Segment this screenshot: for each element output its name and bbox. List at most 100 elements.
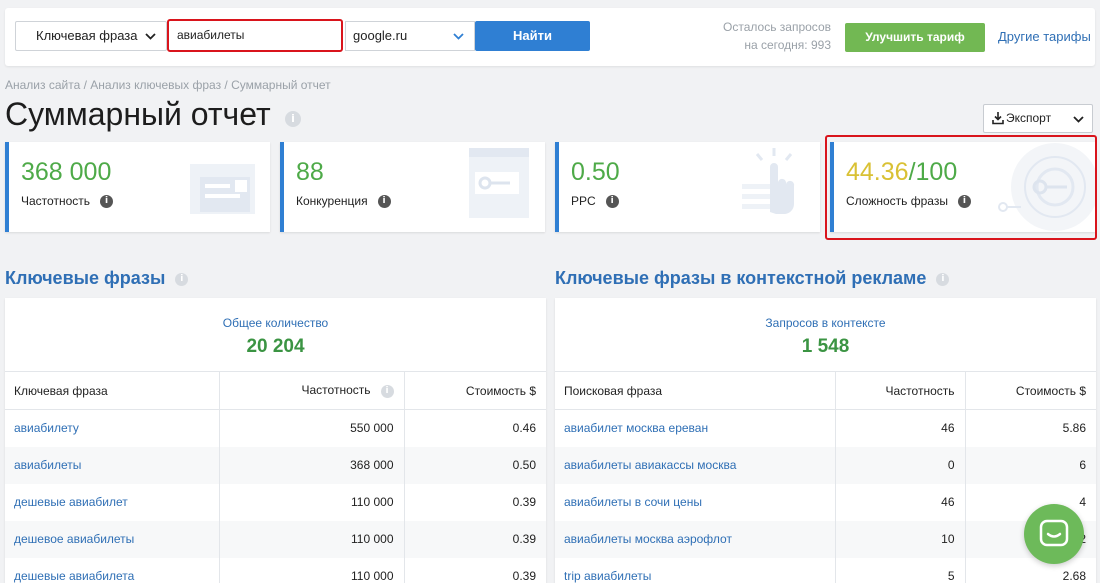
cost-cell: 0.39 [403, 520, 546, 558]
column-header-frequency[interactable]: Частотность i [218, 371, 404, 410]
column-header-cost[interactable]: Стоимость $ [964, 371, 1096, 410]
info-icon[interactable]: i [100, 195, 113, 209]
table-row: авиабилеты авиакассы москва 0 6 [555, 446, 1096, 484]
info-icon[interactable]: i [605, 195, 619, 209]
info-icon[interactable]: i [380, 384, 394, 398]
search-type-select[interactable]: Ключевая фраза [15, 21, 167, 51]
table-row: авиабилет москва ереван 46 5.86 [555, 409, 1096, 447]
chat-button[interactable] [1024, 504, 1084, 564]
chat-icon [1039, 519, 1069, 547]
context-section-title: Ключевые фразы в контекстной рекламе i [555, 268, 950, 289]
column-header-frequency[interactable]: Частотность [834, 371, 965, 410]
keywords-total-label: Общее количество [222, 316, 329, 330]
chevron-down-icon [1073, 116, 1084, 123]
requests-quota: Осталось запросов на сегодня: 993 [705, 18, 831, 54]
browser-key-illustration-icon [469, 148, 529, 218]
keywords-title-text: Ключевые фразы [5, 268, 166, 288]
ppc-label: PPC i [571, 194, 619, 209]
frequency-cell: 46 [834, 409, 965, 447]
search-type-label: Ключевая фраза [36, 28, 138, 43]
table-header-row: Поисковая фраза Частотность Стоимость $ [555, 371, 1096, 410]
phrase-link[interactable]: авиабилеты москва аэрофлот [555, 520, 835, 558]
chevron-down-icon [453, 33, 464, 40]
chevron-down-icon [145, 33, 156, 40]
column-header-keyword[interactable]: Ключевая фраза [5, 371, 219, 410]
phrase-link[interactable]: авиабилет москва ереван [555, 410, 835, 447]
find-button[interactable]: Найти [475, 21, 590, 51]
frequency-cell: 110 000 [218, 557, 404, 583]
table-row: авиабилету 550 000 0.46 [5, 409, 546, 447]
context-table: Поисковая фраза Частотность Стоимость $ … [555, 371, 1096, 583]
table-row: авиабилеты 368 000 0.50 [5, 446, 546, 484]
upgrade-plan-button[interactable]: Улучшить тариф [845, 23, 985, 52]
quota-line-1: Осталось запросов [723, 20, 831, 34]
frequency-label: Частотность i [21, 194, 113, 209]
keyword-link[interactable]: авиабилету [5, 410, 219, 447]
ppc-value: 0.50 [571, 158, 620, 186]
click-hand-illustration-icon [742, 148, 795, 214]
cost-cell: 0.39 [403, 483, 546, 521]
table-row: авиабилеты москва аэрофлот102 [555, 520, 1096, 558]
frequency-value: 368 000 [21, 158, 112, 186]
keyword-link[interactable]: авиабилеты [5, 446, 219, 484]
search-input-value: авиабилеты [177, 28, 245, 42]
context-total-value: 1 548 [801, 336, 850, 357]
download-icon [992, 112, 1004, 125]
keyword-link[interactable]: дешевое авиабилеты [5, 520, 219, 558]
stat-card-competition: 88 Конкуренция i [280, 142, 545, 232]
page-title: Суммарный отчет [5, 96, 271, 132]
cost-cell: 6 [964, 446, 1096, 484]
export-button[interactable]: Экспорт [983, 104, 1093, 133]
info-icon[interactable]: i [377, 195, 391, 209]
keywords-panel: Общее количество 20 204 Ключевая фраза Ч… [5, 298, 546, 583]
frequency-label-text: Частотность [21, 194, 90, 208]
keyword-link[interactable]: дешевые авиабилет [5, 484, 219, 521]
export-label: Экспорт [1006, 111, 1052, 125]
frequency-cell: 110 000 [218, 520, 404, 558]
stat-card-ppc: 0.50 PPC i [555, 142, 820, 232]
quota-line-2: на сегодня: 993 [744, 38, 831, 52]
column-header-frequency-text: Частотность [301, 383, 371, 398]
table-header-row: Ключевая фраза Частотность i Стоимость $ [5, 371, 546, 410]
frequency-cell: 110 000 [218, 483, 404, 521]
frequency-cell: 550 000 [218, 409, 404, 447]
keywords-total-value: 20 204 [246, 336, 305, 357]
cost-cell: 5.86 [964, 409, 1096, 447]
context-total-label: Запросов в контексте [765, 316, 886, 330]
ppc-label-text: PPC [571, 194, 596, 208]
phrase-link[interactable]: trip авиабилеты [555, 558, 835, 583]
info-icon[interactable]: i [936, 272, 950, 286]
search-input[interactable]: авиабилеты [167, 19, 343, 52]
other-plans-link[interactable]: Другие тарифы [998, 29, 1091, 44]
info-icon[interactable]: i [285, 111, 301, 127]
column-header-cost[interactable]: Стоимость $ [403, 371, 546, 410]
column-header-search-phrase[interactable]: Поисковая фраза [555, 371, 835, 410]
breadcrumb: Анализ сайта / Анализ ключевых фраз / Су… [5, 78, 331, 92]
frequency-cell: 10 [834, 520, 965, 558]
phrase-link[interactable]: авиабилеты в сочи цены [555, 484, 835, 521]
top-bar: Ключевая фраза авиабилеты google.ru Найт… [5, 8, 1095, 66]
keyword-link[interactable]: дешевые авиабилета [5, 558, 219, 583]
context-title-text: Ключевые фразы в контекстной рекламе [555, 268, 927, 288]
cost-cell: 0.46 [403, 409, 546, 447]
info-icon[interactable]: i [175, 272, 189, 286]
keywords-table: Ключевая фраза Частотность i Стоимость $ … [5, 371, 546, 583]
frequency-cell: 5 [834, 557, 965, 583]
table-row: авиабилеты в сочи цены 46 4 [555, 483, 1096, 521]
search-engine-select[interactable]: google.ru [345, 21, 475, 51]
stat-card-frequency: 368 000 Частотность i [5, 142, 270, 232]
highlight-box [825, 135, 1097, 240]
table-row: trip авиабилеты 5 2.68 [555, 557, 1096, 583]
competition-value: 88 [296, 158, 324, 186]
competition-label-text: Конкуренция [296, 194, 368, 208]
context-panel: Запросов в контексте 1 548 Поисковая фра… [555, 298, 1096, 583]
keywords-section-title: Ключевые фразы i [5, 268, 189, 289]
table-row: дешевые авиабилет 110 000 0.39 [5, 483, 546, 521]
table-row: дешевые авиабилета 110 000 0.39 [5, 557, 546, 583]
cost-cell: 0.50 [403, 446, 546, 484]
frequency-cell: 46 [834, 483, 965, 521]
document-illustration-icon [190, 164, 255, 214]
phrase-link[interactable]: авиабилеты авиакассы москва [555, 446, 835, 484]
search-engine-label: google.ru [353, 28, 408, 43]
cost-cell: 0.39 [403, 557, 546, 583]
